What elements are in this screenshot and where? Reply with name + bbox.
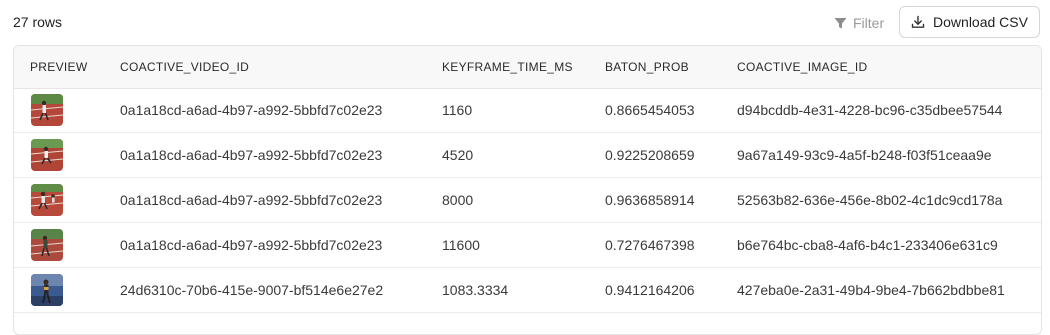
cell-keyframe-time: 4520 — [442, 147, 474, 163]
results-table: PREVIEW COACTIVE_VIDEO_ID KEYFRAME_TIME_… — [13, 45, 1042, 335]
preview-thumbnail[interactable] — [31, 184, 63, 216]
preview-thumbnail[interactable] — [31, 94, 63, 126]
filter-button[interactable]: Filter — [834, 13, 884, 33]
column-header-image-id[interactable]: COACTIVE_IMAGE_ID — [737, 60, 867, 74]
cell-video-id: 24d6310c-70b6-415e-9007-bf514e6e27e2 — [120, 282, 384, 298]
cell-keyframe-time: 8000 — [442, 192, 474, 208]
column-header-preview[interactable]: PREVIEW — [30, 60, 87, 74]
cell-baton-prob: 0.8665454053 — [605, 102, 695, 118]
cell-keyframe-time: 11600 — [442, 237, 480, 253]
filter-icon — [834, 17, 847, 30]
table-row[interactable]: 0a1a18cd-a6ad-4b97-a992-5bbfd7c02e23 116… — [14, 88, 1041, 133]
cell-video-id: 0a1a18cd-a6ad-4b97-a992-5bbfd7c02e23 — [120, 192, 383, 208]
column-header-baton-prob[interactable]: BATON_PROB — [605, 60, 689, 74]
cell-image-id: 52563b82-636e-456e-8b02-4c1dc9cd178a — [737, 192, 1003, 208]
table-row[interactable]: 0a1a18cd-a6ad-4b97-a992-5bbfd7c02e23 116… — [14, 223, 1041, 268]
table-row[interactable]: 0a1a18cd-a6ad-4b97-a992-5bbfd7c02e23 800… — [14, 178, 1041, 223]
table-toolbar: 27 rows Filter Download CSV — [0, 0, 1050, 44]
cell-image-id: b6e764bc-cba8-4af6-b4c1-233406e631c9 — [737, 237, 998, 253]
cell-video-id: 0a1a18cd-a6ad-4b97-a992-5bbfd7c02e23 — [120, 147, 383, 163]
download-csv-button[interactable]: Download CSV — [899, 6, 1040, 38]
cell-video-id: 0a1a18cd-a6ad-4b97-a992-5bbfd7c02e23 — [120, 237, 383, 253]
preview-thumbnail[interactable] — [31, 139, 63, 171]
table-row[interactable]: 0a1a18cd-a6ad-4b97-a992-5bbfd7c02e23 452… — [14, 133, 1041, 178]
preview-thumbnail[interactable] — [31, 274, 63, 306]
cell-baton-prob: 0.9636858914 — [605, 192, 695, 208]
cell-keyframe-time: 1083.3334 — [442, 282, 509, 298]
column-header-video-id[interactable]: COACTIVE_VIDEO_ID — [120, 60, 249, 74]
cell-baton-prob: 0.7276467398 — [605, 237, 695, 253]
cell-keyframe-time: 1160 — [442, 102, 473, 118]
preview-thumbnail[interactable] — [31, 229, 63, 261]
table-row[interactable]: 24d6310c-70b6-415e-9007-bf514e6e27e2 108… — [14, 268, 1041, 313]
table-header: PREVIEW COACTIVE_VIDEO_ID KEYFRAME_TIME_… — [14, 46, 1041, 89]
download-icon — [911, 15, 925, 29]
column-header-keyframe-time[interactable]: KEYFRAME_TIME_MS — [442, 60, 573, 74]
cell-video-id: 0a1a18cd-a6ad-4b97-a992-5bbfd7c02e23 — [120, 102, 383, 118]
cell-baton-prob: 0.9412164206 — [605, 282, 695, 298]
cell-image-id: 427eba0e-2a31-49b4-9be4-7b662bdbbe81 — [737, 282, 1005, 298]
cell-baton-prob: 0.9225208659 — [605, 147, 695, 163]
cell-image-id: 9a67a149-93c9-4a5f-b248-f03f51ceaa9e — [737, 147, 992, 163]
download-label: Download CSV — [933, 14, 1028, 30]
cell-image-id: d94bcddb-4e31-4228-bc96-c35dbee57544 — [737, 102, 1003, 118]
row-count: 27 rows — [13, 14, 63, 30]
filter-label: Filter — [853, 15, 885, 31]
